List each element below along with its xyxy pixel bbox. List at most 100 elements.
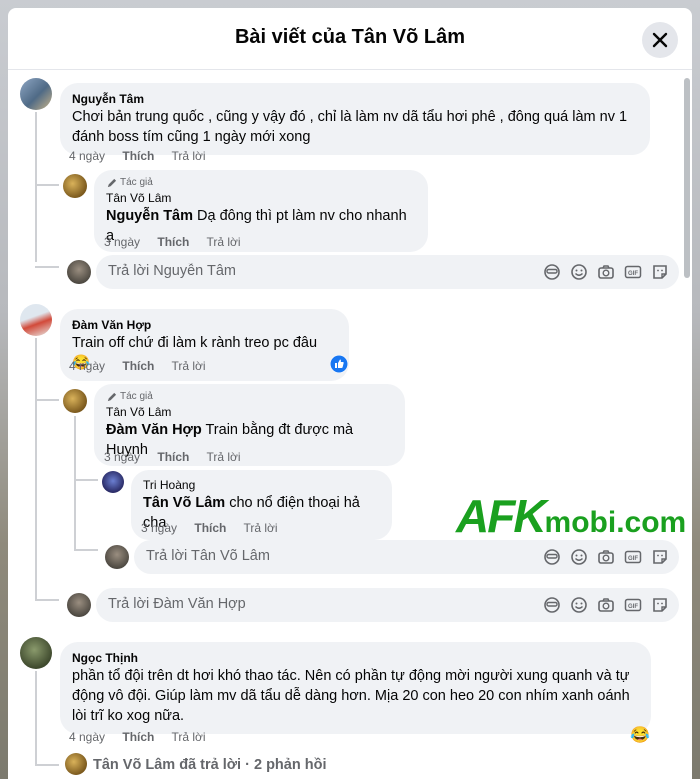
camera-icon[interactable] <box>597 263 615 281</box>
comment-text: đánh boss tím cũng 1 ngày mới xong <box>72 129 311 145</box>
comment-meta: 4 ngày Thích Trả lời <box>69 359 220 373</box>
close-icon <box>652 32 668 48</box>
comment-text: Chơi bản trung quốc , cũng y vậy đó , ch… <box>72 109 628 125</box>
reply-button[interactable]: Trả lời <box>244 521 278 535</box>
avatar-sticker-icon[interactable] <box>543 263 561 281</box>
like-reaction-icon[interactable] <box>330 355 348 373</box>
comment-text: động vô đội. Giúp làm mv dã tẩu dễ dàng … <box>72 688 630 704</box>
reply-time[interactable]: 3 ngày <box>104 450 140 464</box>
pencil-icon <box>107 392 117 401</box>
modal-header: Bài viết của Tân Võ Lâm <box>8 8 692 70</box>
avatar[interactable] <box>63 174 87 198</box>
avatar[interactable] <box>20 304 52 336</box>
thread-line <box>35 671 37 765</box>
comment-meta: 4 ngày Thích Trả lời <box>69 149 220 163</box>
thread-line <box>35 599 59 601</box>
reply-meta: 3 ngày Thích Trả lời <box>141 521 292 535</box>
comment-text: Train off chứ đi làm k rành treo pc đâu <box>72 335 318 351</box>
reply-input-box[interactable]: GIF <box>96 255 679 289</box>
sticker-icon[interactable] <box>651 596 669 614</box>
like-button[interactable]: Thích <box>122 149 154 163</box>
thread-line <box>35 338 37 600</box>
reply-input[interactable] <box>146 548 446 564</box>
comment-time[interactable]: 4 ngày <box>69 149 105 163</box>
reply-input-box[interactable]: GIF <box>96 588 679 622</box>
svg-text:GIF: GIF <box>628 556 638 562</box>
thread-line <box>74 416 76 551</box>
mention-tag[interactable]: Tân Võ Lâm <box>143 495 225 511</box>
commenter-name[interactable]: Ngọc Thịnh <box>72 650 639 666</box>
svg-text:GIF: GIF <box>628 604 638 610</box>
gif-icon[interactable]: GIF <box>624 548 642 566</box>
reply-time[interactable]: 3 ngày <box>104 235 140 249</box>
comment-time[interactable]: 4 ngày <box>69 730 105 744</box>
reply-meta: 3 ngày Thích Trả lời <box>104 450 255 464</box>
current-user-avatar[interactable] <box>105 545 129 569</box>
current-user-avatar[interactable] <box>67 260 91 284</box>
afkmobi-watermark: AFKmobi.com <box>456 490 687 542</box>
comment-time[interactable]: 4 ngày <box>69 359 105 373</box>
avatar[interactable] <box>63 389 87 413</box>
commenter-name[interactable]: Tân Võ Lâm <box>106 190 416 206</box>
reply-button[interactable]: Trả lời <box>172 730 206 744</box>
camera-icon[interactable] <box>597 548 615 566</box>
haha-reaction-icon[interactable]: 😂 <box>630 727 650 745</box>
thread-line <box>35 266 59 268</box>
like-button[interactable]: Thích <box>157 235 189 249</box>
post-modal: Bài viết của Tân Võ Lâm Nguyễn Tâm Chơi … <box>8 8 692 779</box>
reply-input[interactable] <box>108 263 408 279</box>
avatar-sticker-icon[interactable] <box>543 596 561 614</box>
emoji-icon[interactable] <box>570 548 588 566</box>
modal-title: Bài viết của Tân Võ Lâm <box>234 26 466 48</box>
reply-time[interactable]: 3 ngày <box>141 521 177 535</box>
camera-icon[interactable] <box>597 596 615 614</box>
reply-button[interactable]: Trả lời <box>172 359 206 373</box>
thread-line <box>74 479 98 481</box>
commenter-name[interactable]: Tri Hoàng <box>143 477 380 493</box>
mention-tag[interactable]: Đàm Văn Hợp <box>106 422 202 438</box>
thread-line <box>35 764 59 766</box>
thread-line <box>35 399 59 401</box>
reply-input[interactable] <box>108 596 408 612</box>
thread-line <box>35 112 37 262</box>
like-button[interactable]: Thích <box>157 450 189 464</box>
like-button[interactable]: Thích <box>194 521 226 535</box>
current-user-avatar[interactable] <box>67 593 91 617</box>
sticker-icon[interactable] <box>651 548 669 566</box>
view-replies-link[interactable]: Tân Võ Lâm đã trả lời · 2 phản hồi <box>93 757 326 773</box>
mention-tag[interactable]: Nguyễn Tâm <box>106 208 193 224</box>
like-button[interactable]: Thích <box>122 730 154 744</box>
avatar[interactable] <box>20 637 52 669</box>
reply-input-box[interactable]: GIF <box>134 540 679 574</box>
reply-meta: 3 ngày Thích Trả lời <box>104 235 255 249</box>
comment-bubble: Ngọc Thịnh phần tổ đội trên dt hơi khó t… <box>60 642 651 734</box>
comment-bubble: Nguyễn Tâm Chơi bản trung quốc , cũng y … <box>60 83 650 155</box>
avatar[interactable] <box>20 78 52 110</box>
gif-icon[interactable]: GIF <box>624 596 642 614</box>
comment-text: lòi trĩ ko xog nữa. <box>72 708 185 724</box>
thread-line <box>74 549 98 551</box>
avatar[interactable] <box>102 471 124 493</box>
comment-meta: 4 ngày Thích Trả lời <box>69 730 220 744</box>
reply-button[interactable]: Trả lời <box>172 149 206 163</box>
commenter-name[interactable]: Tân Võ Lâm <box>106 404 393 420</box>
emoji-icon[interactable] <box>570 596 588 614</box>
emoji-icon[interactable] <box>570 263 588 281</box>
avatar[interactable] <box>65 753 87 775</box>
like-button[interactable]: Thích <box>122 359 154 373</box>
close-button[interactable] <box>642 22 678 58</box>
thread-line <box>35 184 59 186</box>
sticker-icon[interactable] <box>651 263 669 281</box>
author-badge: Tác giả <box>106 390 393 404</box>
commenter-name[interactable]: Nguyễn Tâm <box>72 91 638 107</box>
gif-icon[interactable]: GIF <box>624 263 642 281</box>
pencil-icon <box>107 178 117 187</box>
scrollbar[interactable] <box>684 78 690 278</box>
reply-button[interactable]: Trả lời <box>207 235 241 249</box>
author-badge: Tác giả <box>106 176 416 190</box>
commenter-name[interactable]: Đàm Văn Hợp <box>72 317 337 333</box>
comment-text: phần tổ đội trên dt hơi khó thao tác. Nê… <box>72 668 630 684</box>
reply-button[interactable]: Trả lời <box>207 450 241 464</box>
svg-text:GIF: GIF <box>628 271 638 277</box>
avatar-sticker-icon[interactable] <box>543 548 561 566</box>
